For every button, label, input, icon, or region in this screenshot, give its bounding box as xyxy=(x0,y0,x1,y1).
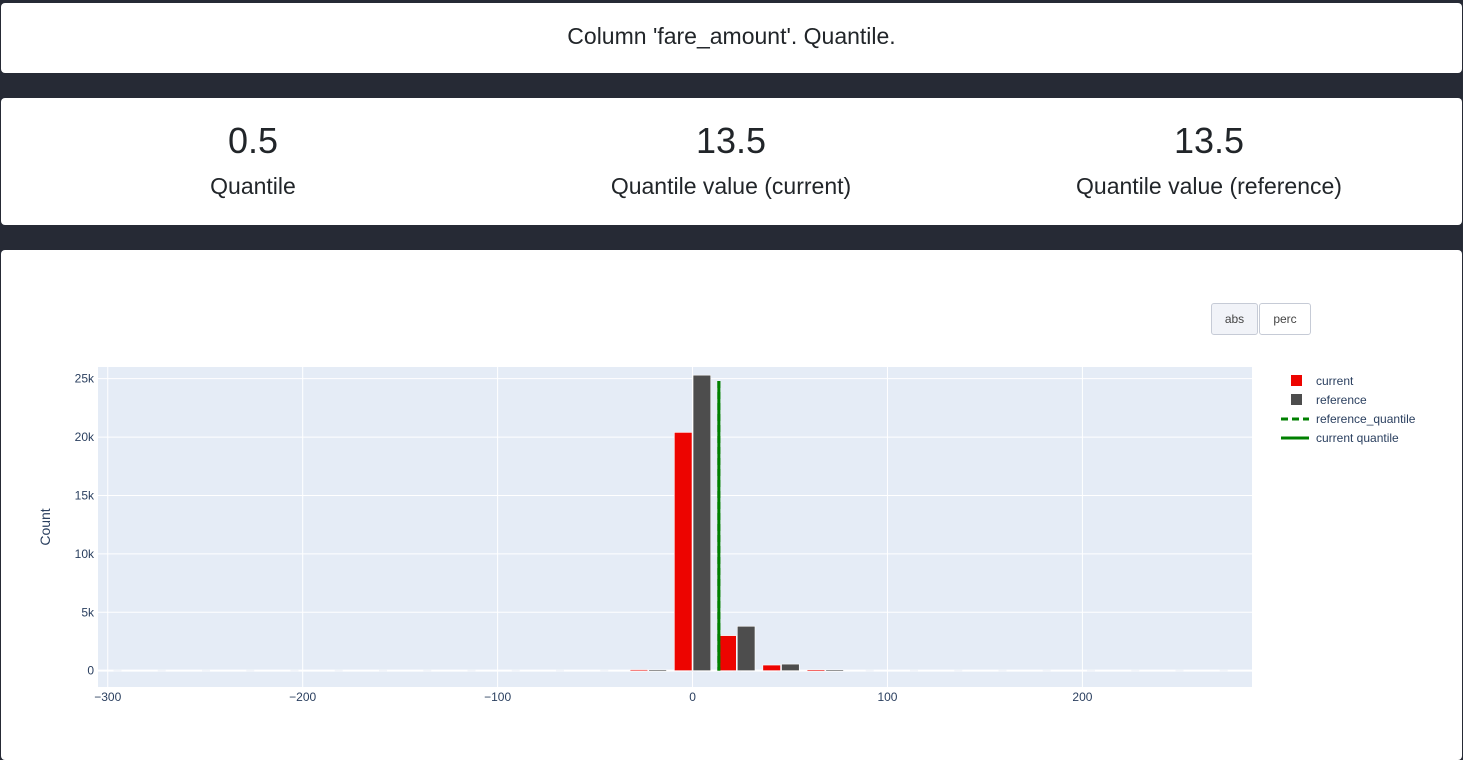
y-tick-label: 20k xyxy=(75,430,95,444)
bar-current xyxy=(718,635,737,671)
metric-value: 0.5 xyxy=(227,120,279,161)
y-tick-label: 25k xyxy=(75,372,95,386)
x-tick-label: 100 xyxy=(877,690,897,704)
bar-current xyxy=(806,669,826,672)
legend-label: reference xyxy=(1316,393,1367,407)
metric-label: Quantile value (current) xyxy=(610,173,852,199)
bar-reference xyxy=(825,669,844,672)
bar-reference xyxy=(781,663,800,671)
bar-current xyxy=(674,432,693,671)
y-tick-label: 15k xyxy=(75,488,95,502)
bar-reference xyxy=(648,669,667,672)
metric-value: 13.5 xyxy=(1173,120,1245,161)
x-tick-label: 0 xyxy=(689,690,696,704)
legend-swatch-reference xyxy=(1291,394,1302,405)
chart-card: abs perc 0 5k 10k 15k 20k 25k −300 −200 −100 0 100… xyxy=(1,250,1462,760)
x-tick-label: −200 xyxy=(289,690,316,704)
histogram-chart: 0 5k 10k 15k 20k 25k −300 −200 −100 0 100 200 Count c… xyxy=(37,367,1416,704)
bar-reference xyxy=(692,374,712,671)
bar-current xyxy=(762,664,781,671)
y-axis-title: Count xyxy=(37,508,53,545)
bar-reference xyxy=(736,625,756,671)
metrics-card: 0.5 Quantile 13.5 Quantile value (curren… xyxy=(1,98,1462,225)
y-tick-label: 10k xyxy=(75,547,95,561)
metric-label: Quantile xyxy=(210,173,296,199)
metric-value: 13.5 xyxy=(695,120,767,161)
x-tick-label: −100 xyxy=(484,690,511,704)
y-tick-label: 0 xyxy=(87,664,94,678)
x-tick-label: −300 xyxy=(94,690,121,704)
title-card: Column 'fare_amount'. Quantile. xyxy=(1,3,1462,73)
legend-swatch-current xyxy=(1291,375,1302,386)
y-tick-label: 5k xyxy=(81,605,95,619)
x-tick-label: 200 xyxy=(1072,690,1092,704)
legend-label: current quantile xyxy=(1316,431,1399,445)
page-title: Column 'fare_amount'. Quantile. xyxy=(567,23,896,49)
bar-current xyxy=(629,669,649,672)
metric-label: Quantile value (reference) xyxy=(1076,173,1342,199)
legend-label: reference_quantile xyxy=(1316,412,1416,426)
legend-label: current xyxy=(1316,374,1354,388)
